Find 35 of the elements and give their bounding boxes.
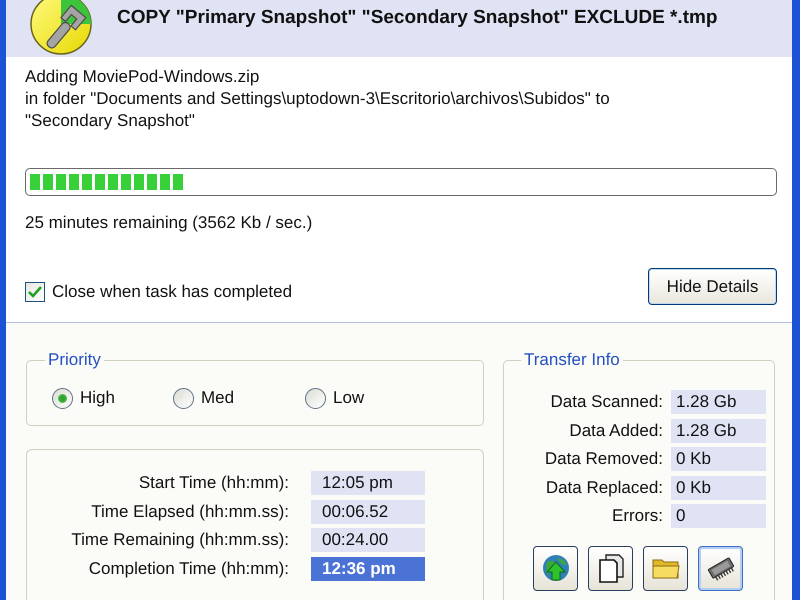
checkbox-box[interactable]: [25, 282, 45, 302]
time-remaining-text: 25 minutes remaining (3562 Kb / sec.): [25, 212, 312, 234]
transfer-label: Data Removed:: [544, 448, 663, 470]
transfer-label: Data Added:: [568, 420, 663, 442]
checkmark-icon: [28, 286, 42, 298]
time-value: 12:36 pm: [311, 556, 425, 581]
hide-details-button[interactable]: Hide Details: [648, 268, 777, 305]
toolbar-button[interactable]: [588, 546, 633, 590]
transfer-value: 0 Kb: [671, 476, 766, 500]
close-when-completed-checkbox[interactable]: Close when task has completed: [25, 281, 292, 303]
priority-radio[interactable]: Low: [305, 387, 483, 409]
time-label: Time Elapsed (hh:mm.ss):: [90, 500, 289, 523]
status-message: Adding MoviePod-Windows.zip in folder "Documents and Settings\uptodown-3\Escritorio\archivos\Subidos" to "Secondary Snapshot": [25, 66, 610, 132]
time-label: Completion Time (hh:mm):: [88, 558, 289, 580]
transfer-value: 1.28 Gb: [671, 418, 766, 443]
priority-radio[interactable]: Med: [173, 387, 305, 409]
transfer-value: 0 Kb: [671, 447, 766, 472]
transfer-label: Data Scanned:: [550, 391, 663, 414]
time-value: 00:24.00: [311, 528, 425, 552]
transfer-value: 0: [671, 504, 766, 528]
transfer-label: Data Replaced:: [544, 476, 663, 499]
time-value: 12:05 pm: [311, 471, 425, 496]
toolbar-button[interactable]: [698, 546, 743, 590]
header-title: COPY "Primary Snapshot" "Secondary Snapshot" EXCLUDE *.tmp: [117, 6, 718, 30]
transfer-value: 1.28 Gb: [671, 390, 766, 414]
time-label: Start Time (hh:mm):: [138, 472, 289, 494]
time-label: Time Remaining (hh:mm.ss):: [70, 529, 289, 552]
group-title: Transfer Info: [523, 350, 621, 370]
toolbar-button[interactable]: [533, 546, 578, 590]
group-title: Priority: [47, 350, 102, 370]
priority-radio[interactable]: High: [52, 387, 173, 409]
time-value: 00:06.52: [311, 500, 425, 524]
toolbar-button[interactable]: [643, 546, 688, 590]
transfer-label: Errors:: [611, 505, 663, 528]
wrench-logo-icon: [30, 0, 92, 56]
